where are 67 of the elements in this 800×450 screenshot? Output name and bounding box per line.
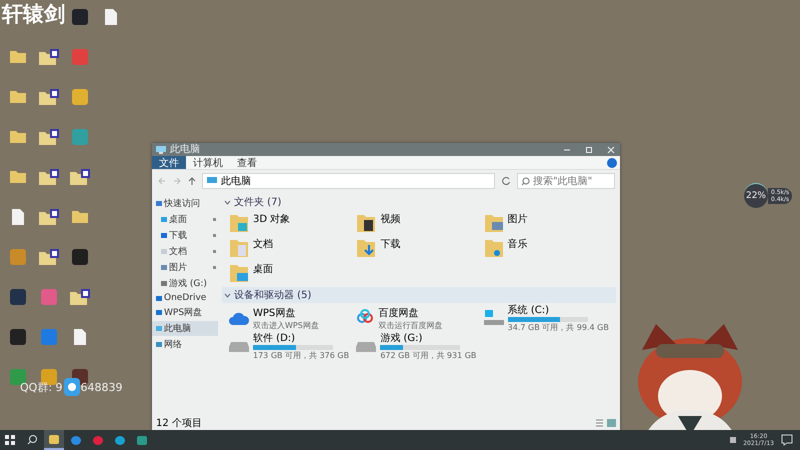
notification-icon[interactable] [780, 434, 794, 446]
address-bar[interactable]: 此电脑 [202, 173, 495, 189]
drive-label: 软件 (D:) [253, 332, 296, 345]
pin-icon [213, 218, 216, 221]
drive-note: 34.7 GB 可用，共 99.4 GB [508, 322, 609, 333]
nav-item[interactable]: 文档 [152, 244, 218, 259]
zip-folder-icon[interactable] [38, 128, 60, 146]
nav-item[interactable]: 网络 [152, 337, 218, 352]
zip-folder-icon[interactable] [38, 168, 60, 186]
cpu-gauge: 22% [744, 183, 768, 208]
folder-label: 图片 [508, 212, 528, 226]
chevron-icon [224, 292, 231, 298]
chevron-icon [224, 200, 231, 204]
file-icon[interactable] [10, 208, 24, 226]
nav-item[interactable]: WPS网盘 [152, 305, 218, 320]
nav-item[interactable]: 下载 [152, 228, 218, 243]
details-view-icon[interactable] [595, 419, 604, 427]
nav-item[interactable]: 游戏 (G:) [152, 276, 218, 291]
maximize-button[interactable] [584, 146, 594, 154]
system-drive-icon[interactable] [482, 309, 505, 327]
zip-folder-icon[interactable] [68, 168, 90, 186]
zip-folder-icon[interactable] [38, 248, 60, 266]
file-icon[interactable] [72, 328, 86, 346]
folder-label: 桌面 [253, 262, 273, 276]
section-header[interactable]: 设备和驱动器 (5) [222, 287, 616, 303]
zip-folder-icon[interactable] [38, 88, 60, 106]
file-icon[interactable] [104, 8, 118, 26]
drive-label: 百度网盘 [378, 306, 420, 320]
refresh-icon[interactable] [500, 175, 512, 187]
status-text: 12 个项目 [156, 417, 202, 430]
ribbon-tab[interactable]: 文件 [152, 156, 186, 169]
window-title: 此电脑 [170, 144, 200, 156]
pin-icon [213, 250, 216, 253]
zip-folder-icon[interactable] [38, 48, 60, 66]
nav-item[interactable]: OneDrive [152, 292, 218, 304]
pin-icon [213, 266, 216, 269]
drive-label: WPS网盘 [253, 306, 296, 320]
pin-icon [213, 234, 216, 237]
ribbon-tab[interactable]: 计算机 [186, 156, 230, 169]
folder-label: 视频 [380, 212, 400, 226]
folder-icon[interactable] [44, 430, 64, 450]
drive-note: 173 GB 可用，共 376 GB [253, 350, 350, 361]
drive-note: 672 GB 可用，共 931 GB [380, 350, 476, 361]
drive-label: 系统 (C:) [508, 304, 550, 317]
stream-title: 轩辕剑 [2, 1, 65, 28]
drive-label: 游戏 (G:) [380, 332, 424, 345]
folder-label: 文档 [253, 238, 273, 251]
drive-note: 双击运行百度网盘 [378, 320, 442, 330]
drive-note: 双击进入WPS网盘 [253, 320, 319, 330]
qq-group-number: 648839 [80, 380, 123, 394]
address-text: 此电脑 [221, 174, 251, 188]
folder-label: 下载 [380, 238, 400, 251]
folder-label: 3D 对象 [253, 212, 290, 226]
chat-bubble-icon [64, 378, 80, 396]
nav-item[interactable]: 快速访问 [152, 196, 218, 211]
zip-folder-icon[interactable] [38, 208, 60, 226]
nav-item[interactable]: 此电脑 [152, 321, 218, 336]
folder-icon[interactable] [355, 212, 378, 234]
zip-folder-icon[interactable] [68, 288, 90, 306]
folder-label: 音乐 [508, 238, 528, 251]
search-icon [521, 176, 530, 186]
up-icon[interactable] [187, 176, 197, 186]
nav-item[interactable]: 桌面 [152, 212, 218, 227]
section-header[interactable]: 文件夹 (7) [222, 194, 616, 210]
close-button[interactable] [606, 146, 616, 154]
nav-item[interactable]: 图片 [152, 260, 218, 275]
ribbon-tab[interactable]: 查看 [230, 156, 264, 169]
